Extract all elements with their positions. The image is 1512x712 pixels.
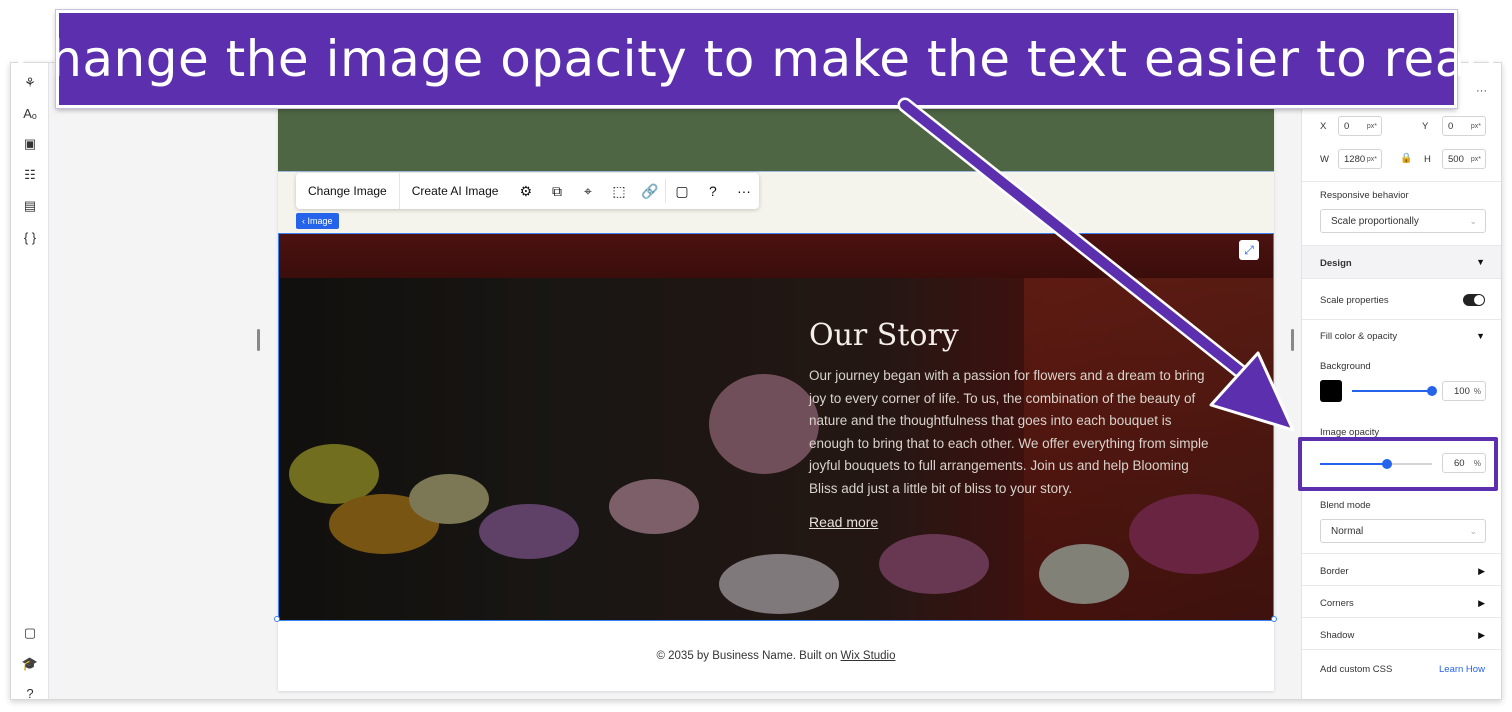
x-input[interactable]: 0 px* xyxy=(1338,116,1382,136)
comment-icon[interactable]: ▢ xyxy=(666,173,697,209)
h-input[interactable]: 500 px* xyxy=(1442,149,1486,169)
editor-canvas: Our Story Our journey began with a passi… xyxy=(49,63,1301,699)
blend-mode-select[interactable]: Normal ⌄ xyxy=(1320,519,1486,543)
footer-wix-studio-link[interactable]: Wix Studio xyxy=(841,650,896,662)
expand-icon[interactable]: ⤢ xyxy=(1239,240,1259,260)
right-resize-handle[interactable] xyxy=(1291,329,1294,351)
y-unit: px* xyxy=(1470,122,1481,130)
text-theme-icon[interactable]: Aₒ xyxy=(20,103,40,123)
background-opacity-slider[interactable] xyxy=(1352,386,1437,396)
expand-arrow-icon: ▶ xyxy=(1478,630,1485,640)
create-ai-image-button[interactable]: Create AI Image xyxy=(400,173,511,209)
image-section[interactable]: Our Story Our journey began with a passi… xyxy=(278,233,1274,621)
focal-point-icon[interactable]: ⬚ xyxy=(603,173,634,209)
lock-icon[interactable]: 🔒 xyxy=(1400,153,1412,164)
custom-css-section: Add custom CSS Learn How xyxy=(1302,649,1501,685)
apps-icon[interactable]: ☷ xyxy=(20,165,40,185)
help-icon[interactable]: ? xyxy=(697,173,728,209)
change-image-button[interactable]: Change Image xyxy=(296,173,400,209)
instruction-banner: Change the image opacity to make the tex… xyxy=(15,9,1498,109)
h-label: H xyxy=(1424,154,1431,165)
crop-icon[interactable]: ⌖ xyxy=(572,173,603,209)
shadow-label: Shadow xyxy=(1320,630,1355,641)
y-input[interactable]: 0 px* xyxy=(1442,116,1486,136)
background-color-swatch[interactable] xyxy=(1320,380,1342,402)
background-opacity-unit: % xyxy=(1473,386,1481,396)
expand-arrow-icon: ▶ xyxy=(1478,598,1485,608)
chevron-down-icon: ⌄ xyxy=(1469,215,1477,226)
story-text-block[interactable]: Our Story Our journey began with a passi… xyxy=(809,318,1219,532)
blend-mode-label: Blend mode xyxy=(1320,500,1371,511)
w-label: W xyxy=(1320,154,1329,165)
background-opacity-knob[interactable] xyxy=(1427,386,1437,396)
comments-icon[interactable]: ▢ xyxy=(20,623,40,643)
code-icon[interactable]: { } xyxy=(20,227,40,247)
footer-text: © 2035 by Business Name. Built on xyxy=(656,650,838,662)
selection-corner-dot[interactable] xyxy=(274,616,280,622)
help-icon[interactable]: ? xyxy=(20,683,40,700)
site-page: Our Story Our journey began with a passi… xyxy=(278,63,1274,691)
left-resize-handle[interactable] xyxy=(257,329,260,351)
responsive-behavior-value: Scale proportionally xyxy=(1331,215,1419,227)
y-value: 0 xyxy=(1448,120,1454,132)
design-label: Design xyxy=(1320,258,1352,269)
background-opacity-input[interactable]: 100 % xyxy=(1442,381,1486,401)
w-input[interactable]: 1280 px* xyxy=(1338,149,1382,169)
x-value: 0 xyxy=(1344,120,1350,132)
collapse-arrow-icon: ▼ xyxy=(1476,257,1485,267)
background-label: Background xyxy=(1320,361,1371,372)
learn-how-link[interactable]: Learn How xyxy=(1439,664,1485,675)
image-element-tag[interactable]: ‹ Image xyxy=(296,213,339,229)
media-icon[interactable]: ▣ xyxy=(20,134,40,154)
w-value: 1280 xyxy=(1344,153,1366,165)
fill-collapse-arrow-icon[interactable]: ▼ xyxy=(1476,331,1485,341)
scale-properties-label: Scale properties xyxy=(1320,295,1389,306)
custom-css-label: Add custom CSS xyxy=(1320,664,1393,675)
story-body: Our journey began with a passion for flo… xyxy=(809,368,1209,496)
scale-properties-toggle[interactable] xyxy=(1463,294,1485,306)
blend-mode-value: Normal xyxy=(1331,525,1364,537)
left-toolbar: ⚘ Aₒ ▣ ☷ ▤ { } ▢ 🎓 ? xyxy=(11,63,49,699)
inspector-panel: ··· X 0 px* Y 0 px* W 1280 px* 🔒 H 500 p… xyxy=(1301,63,1501,699)
editor-window: ⚘ Aₒ ▣ ☷ ▤ { } ▢ 🎓 ? Our Story Our journ… xyxy=(10,62,1502,700)
fill-opacity-label: Fill color & opacity xyxy=(1320,331,1398,342)
w-unit: px* xyxy=(1366,155,1377,163)
read-more-link[interactable]: Read more xyxy=(809,514,878,530)
y-label: Y xyxy=(1422,121,1429,132)
expand-arrow-icon: ▶ xyxy=(1478,566,1485,576)
learn-icon[interactable]: 🎓 xyxy=(20,654,40,674)
cms-table-icon[interactable]: ▤ xyxy=(20,196,40,216)
border-section[interactable]: Border ▶ xyxy=(1302,553,1501,585)
background-opacity-value: 100 xyxy=(1454,385,1470,397)
link-icon[interactable]: 🔗 xyxy=(634,173,665,209)
design-section-header[interactable]: Design ▼ xyxy=(1302,245,1501,279)
story-title: Our Story xyxy=(809,318,959,353)
x-unit: px* xyxy=(1366,122,1377,130)
image-opacity-highlight-box xyxy=(1298,437,1498,491)
border-label: Border xyxy=(1320,566,1349,577)
corners-section[interactable]: Corners ▶ xyxy=(1302,585,1501,617)
shadow-section[interactable]: Shadow ▶ xyxy=(1302,617,1501,649)
selection-corner-dot[interactable] xyxy=(1271,616,1277,622)
responsive-behavior-select[interactable]: Scale proportionally ⌄ xyxy=(1320,209,1486,233)
settings-gear-icon[interactable]: ⚙ xyxy=(510,173,541,209)
x-label: X xyxy=(1320,121,1327,132)
h-unit: px* xyxy=(1470,155,1481,163)
image-floating-toolbar: Change Image Create AI Image ⚙ ⧉ ⌖ ⬚ 🔗 ▢… xyxy=(296,173,760,209)
footer: © 2035 by Business Name. Built on Wix St… xyxy=(278,621,1274,691)
more-actions-icon[interactable]: ··· xyxy=(728,173,759,209)
responsive-behavior-label: Responsive behavior xyxy=(1320,190,1409,201)
copy-design-icon[interactable]: ⧉ xyxy=(541,173,572,209)
h-value: 500 xyxy=(1448,153,1464,165)
corners-label: Corners xyxy=(1320,598,1354,609)
chevron-down-icon: ⌄ xyxy=(1469,525,1477,536)
